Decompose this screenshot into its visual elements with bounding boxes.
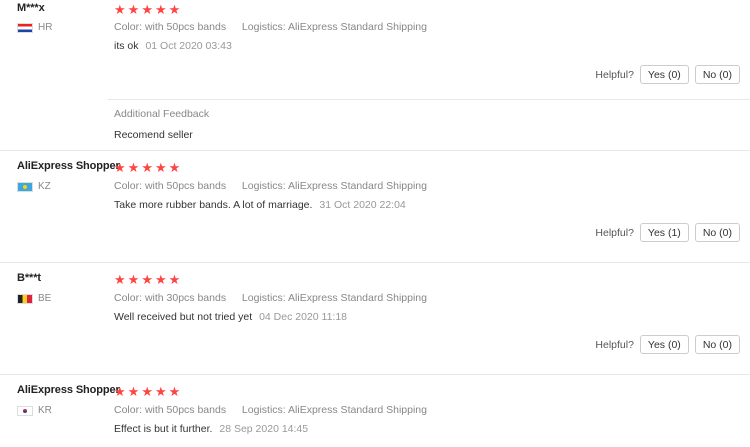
logistics-label: Logistics: — [241, 404, 286, 416]
star-icon: ★ — [154, 384, 167, 399]
reviewer-country: BE — [17, 293, 51, 304]
color-label: Color: — [114, 292, 143, 304]
review-text: Effect is but it further. — [114, 423, 213, 435]
color-label: Color: — [114, 180, 143, 192]
review-date: 28 Sep 2020 14:45 — [219, 423, 309, 435]
star-rating: ★ ★ ★ ★ ★ — [114, 273, 180, 286]
helpful-controls: Helpful? Yes (0) No (0) — [595, 65, 740, 84]
divider — [108, 99, 750, 100]
star-icon: ★ — [154, 2, 167, 17]
review-attributes: Color: with 50pcs bands Logistics: AliEx… — [114, 180, 427, 192]
color-label: Color: — [114, 404, 143, 416]
star-icon: ★ — [168, 160, 181, 175]
review-date: 01 Oct 2020 03:43 — [145, 40, 232, 52]
star-icon: ★ — [141, 2, 153, 17]
reviewer-country: KZ — [17, 181, 51, 192]
review-attributes: Color: with 50pcs bands Logistics: AliEx… — [114, 21, 427, 33]
additional-feedback-text: Recomend seller — [114, 129, 193, 141]
star-icon: ★ — [114, 160, 126, 175]
color-label: Color: — [114, 21, 143, 33]
logistics-value: AliExpress Standard Shipping — [288, 292, 427, 304]
reviewer-name: B***t — [17, 272, 41, 284]
review-content: Effect is but it further. 28 Sep 2020 14… — [114, 423, 308, 435]
flag-be-icon — [17, 293, 33, 304]
star-icon: ★ — [114, 384, 126, 399]
star-rating: ★ ★ ★ ★ ★ — [114, 3, 180, 16]
reviewer-country: KR — [17, 405, 52, 416]
helpful-controls: Helpful? Yes (0) No (0) — [595, 335, 740, 354]
star-icon: ★ — [168, 2, 181, 17]
helpful-no-button[interactable]: No (0) — [694, 335, 740, 354]
color-value: with 50pcs bands — [144, 21, 227, 33]
star-icon: ★ — [141, 384, 153, 399]
star-rating: ★ ★ ★ ★ ★ — [114, 385, 180, 398]
star-icon: ★ — [127, 384, 140, 399]
review-content: Well received but not tried yet 04 Dec 2… — [114, 311, 347, 323]
color-value: with 50pcs bands — [144, 180, 227, 192]
star-icon: ★ — [168, 272, 181, 287]
helpful-controls: Helpful? Yes (1) No (0) — [595, 223, 740, 242]
color-value: with 30pcs bands — [144, 292, 227, 304]
flag-kr-icon — [17, 405, 33, 416]
divider — [0, 150, 750, 151]
review-content: Take more rubber bands. A lot of marriag… — [114, 199, 406, 211]
divider — [0, 374, 750, 375]
review-content: its ok 01 Oct 2020 03:43 — [114, 40, 232, 52]
color-value: with 50pcs bands — [144, 404, 227, 416]
helpful-no-button[interactable]: No (0) — [694, 65, 740, 84]
logistics-value: AliExpress Standard Shipping — [288, 21, 427, 33]
review-text: Take more rubber bands. A lot of marriag… — [114, 199, 313, 211]
helpful-label: Helpful? — [595, 68, 634, 81]
helpful-yes-button[interactable]: Yes (0) — [639, 335, 689, 354]
additional-feedback-title: Additional Feedback — [114, 108, 210, 120]
helpful-no-button[interactable]: No (0) — [694, 223, 740, 242]
logistics-label: Logistics: — [241, 21, 286, 33]
logistics-label: Logistics: — [241, 292, 286, 304]
country-code: HR — [38, 22, 53, 33]
country-code: KZ — [38, 181, 51, 192]
star-icon: ★ — [141, 160, 153, 175]
star-icon: ★ — [127, 160, 140, 175]
country-code: KR — [38, 405, 52, 416]
reviewer-name: M***x — [17, 2, 45, 14]
star-icon: ★ — [127, 272, 140, 287]
star-icon: ★ — [141, 272, 153, 287]
review-text: Well received but not tried yet — [114, 311, 253, 323]
star-icon: ★ — [154, 272, 167, 287]
reviewer-country: HR — [17, 22, 52, 33]
divider — [0, 262, 750, 263]
star-icon: ★ — [114, 272, 126, 287]
reviewer-name: AliExpress Shopper — [17, 384, 120, 396]
flag-kz-icon — [17, 181, 33, 192]
star-icon: ★ — [127, 2, 140, 17]
helpful-yes-button[interactable]: Yes (0) — [639, 65, 689, 84]
star-icon: ★ — [114, 2, 126, 17]
helpful-yes-button[interactable]: Yes (1) — [639, 223, 689, 242]
logistics-value: AliExpress Standard Shipping — [288, 404, 427, 416]
reviewer-name: AliExpress Shopper — [17, 160, 120, 172]
review-date: 04 Dec 2020 11:18 — [259, 311, 348, 323]
logistics-value: AliExpress Standard Shipping — [288, 180, 427, 192]
review-text: its ok — [114, 40, 139, 52]
review-attributes: Color: with 50pcs bands Logistics: AliEx… — [114, 404, 427, 416]
flag-hr-icon — [17, 22, 33, 33]
star-icon: ★ — [168, 384, 181, 399]
review-attributes: Color: with 30pcs bands Logistics: AliEx… — [114, 292, 427, 304]
country-code: BE — [38, 293, 52, 304]
helpful-label: Helpful? — [595, 226, 634, 239]
logistics-label: Logistics: — [241, 180, 286, 192]
helpful-label: Helpful? — [595, 338, 634, 351]
review-date: 31 Oct 2020 22:04 — [319, 199, 406, 211]
star-icon: ★ — [154, 160, 167, 175]
star-rating: ★ ★ ★ ★ ★ — [114, 161, 180, 174]
